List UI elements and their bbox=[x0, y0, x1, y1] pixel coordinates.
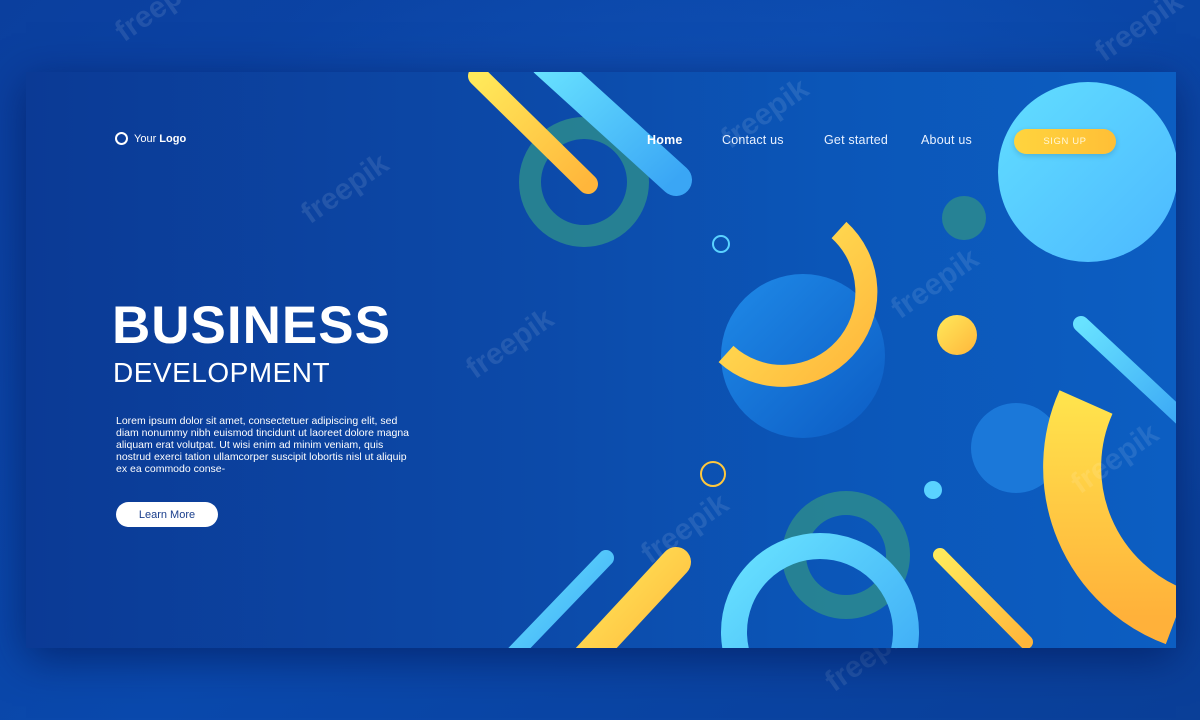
small-teal-circle-shape bbox=[942, 196, 986, 240]
nav-item-get-started[interactable]: Get started bbox=[824, 133, 888, 147]
landing-page-card: Your Logo Home Contact us Get started Ab… bbox=[26, 72, 1176, 648]
tiny-cyan-dot-shape bbox=[924, 481, 942, 499]
hero-subtitle: DEVELOPMENT bbox=[113, 357, 331, 388]
nav-item-about-us[interactable]: About us bbox=[921, 133, 972, 147]
yellow-dot-shape bbox=[937, 315, 977, 355]
top-navigation: Home Contact us Get started About us bbox=[26, 133, 1176, 153]
small-ring-shape bbox=[712, 235, 730, 253]
hero-title: BUSINESS bbox=[112, 296, 391, 355]
big-cyan-circle-shape bbox=[998, 82, 1176, 262]
big-yellow-arc-shape bbox=[1043, 390, 1176, 645]
nav-item-home[interactable]: Home bbox=[647, 133, 683, 147]
learn-more-button[interactable]: Learn More bbox=[116, 502, 218, 527]
small-yellow-ring-shape bbox=[700, 461, 726, 487]
hero-body-text: Lorem ipsum dolor sit amet, consectetuer… bbox=[116, 415, 410, 475]
nav-item-contact-us[interactable]: Contact us bbox=[722, 133, 784, 147]
sign-up-button[interactable]: SIGN UP bbox=[1014, 129, 1116, 154]
yellow-bar-lower-shape bbox=[933, 548, 1033, 648]
